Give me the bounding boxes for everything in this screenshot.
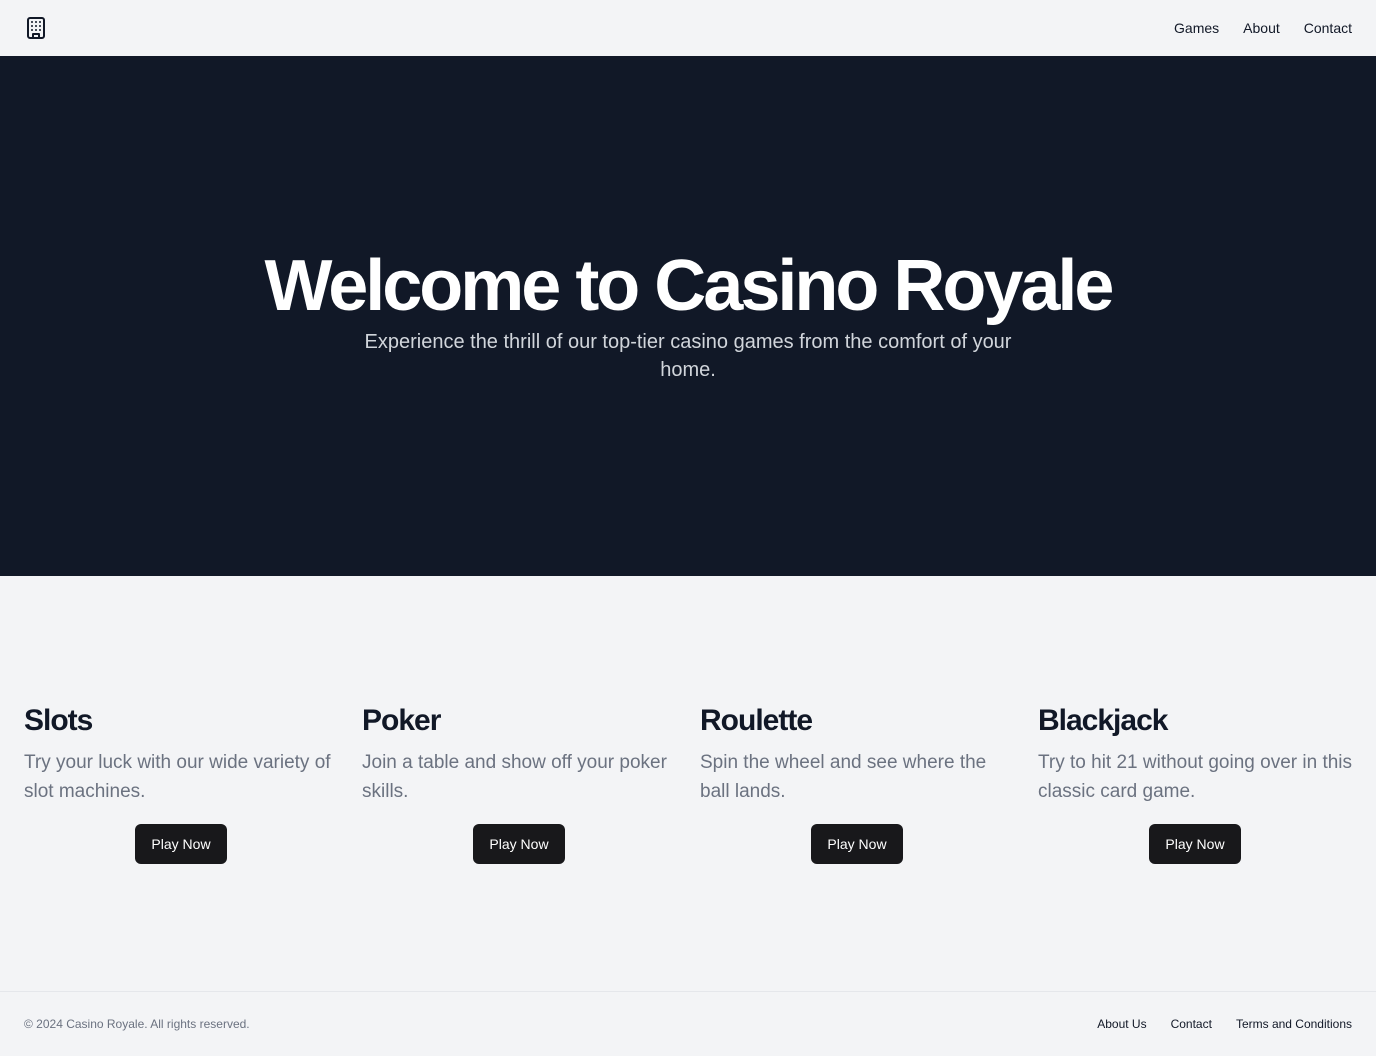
footer-link-contact[interactable]: Contact [1171, 1017, 1212, 1031]
game-description: Try to hit 21 without going over in this… [1038, 752, 1353, 802]
game-title: Slots [24, 704, 93, 737]
game-description: Try your luck with our wide variety of s… [24, 752, 331, 802]
game-card-slots: Slots Try your luck with our wide variet… [24, 702, 338, 864]
play-now-button-poker[interactable]: Play Now [473, 824, 565, 864]
nav-link-contact[interactable]: Contact [1304, 20, 1352, 36]
game-card-roulette: Roulette Spin the wheel and see where th… [700, 702, 1014, 864]
hero-subtitle: Experience the thrill of our top-tier ca… [364, 331, 1012, 381]
game-description: Spin the wheel and see where the ball la… [700, 752, 987, 802]
hero-section: Welcome to Casino Royale Experience the … [0, 56, 1376, 576]
play-now-button-roulette[interactable]: Play Now [811, 824, 903, 864]
games-section: Slots Try your luck with our wide variet… [0, 576, 1376, 991]
logo-link[interactable] [24, 16, 48, 40]
main-nav: Games About Contact [1174, 20, 1352, 36]
nav-link-about[interactable]: About [1243, 20, 1280, 36]
play-now-button-blackjack[interactable]: Play Now [1149, 824, 1241, 864]
footer-link-terms[interactable]: Terms and Conditions [1236, 1017, 1352, 1031]
copyright-text: © 2024 Casino Royale. All rights reserve… [24, 1017, 250, 1031]
footer-nav: About Us Contact Terms and Conditions [1097, 1017, 1352, 1031]
building-icon [27, 17, 45, 39]
game-title: Poker [362, 704, 441, 737]
game-title: Roulette [700, 704, 813, 737]
game-card-blackjack: Blackjack Try to hit 21 without going ov… [1038, 702, 1352, 864]
game-title: Blackjack [1038, 704, 1168, 737]
nav-link-games[interactable]: Games [1174, 20, 1219, 36]
game-card-poker: Poker Join a table and show off your pok… [362, 702, 676, 864]
play-now-button-slots[interactable]: Play Now [135, 824, 227, 864]
site-footer: © 2024 Casino Royale. All rights reserve… [0, 991, 1376, 1056]
site-header: Games About Contact [0, 0, 1376, 56]
game-description: Join a table and show off your poker ski… [362, 752, 667, 802]
footer-link-about-us[interactable]: About Us [1097, 1017, 1146, 1031]
hero-title: Welcome to Casino Royale [264, 246, 1115, 326]
